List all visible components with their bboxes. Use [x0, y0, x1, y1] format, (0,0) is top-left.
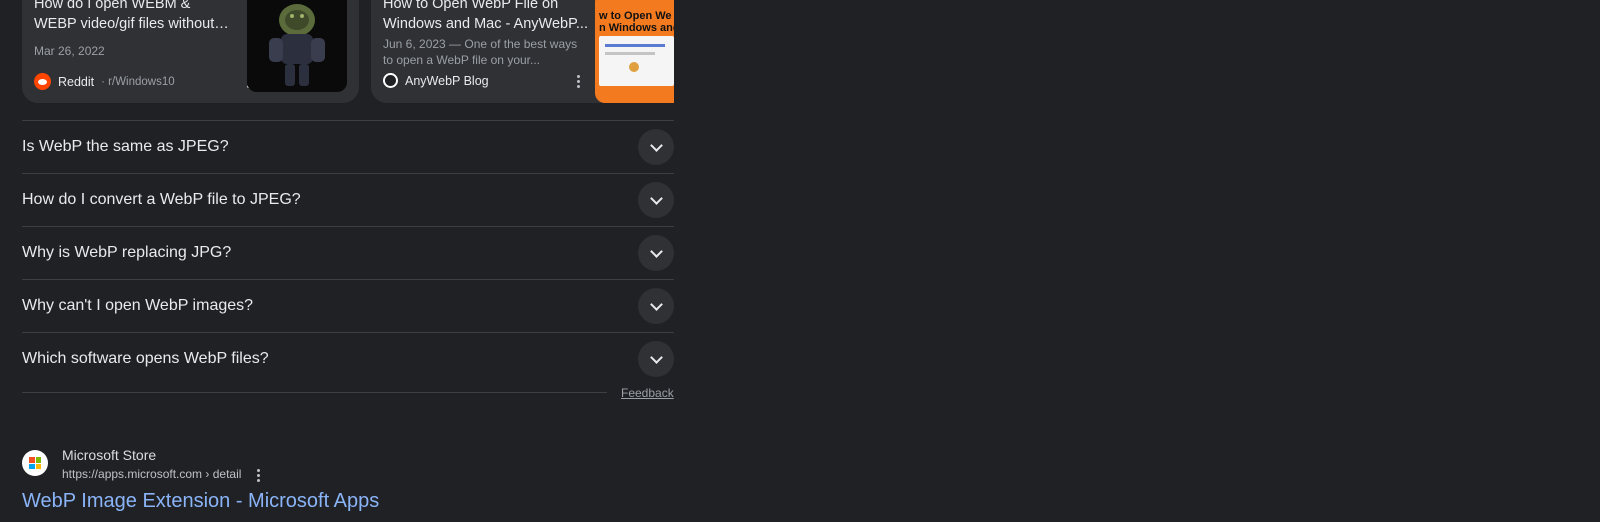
- faq-item[interactable]: Which software opens WebP files?: [22, 333, 674, 385]
- chevron-down-icon: [649, 138, 663, 152]
- source-name: Reddit: [58, 74, 95, 89]
- source-subreddit: · r/Windows10: [101, 75, 175, 88]
- people-also-ask: Is WebP the same as JPEG? How do I conve…: [22, 120, 674, 385]
- result-site-name[interactable]: Microsoft Store: [62, 447, 156, 463]
- microsoft-store-icon[interactable]: [22, 450, 48, 476]
- faq-question: How do I convert a WebP file to JPEG?: [22, 191, 301, 208]
- card-thumbnail: [247, 0, 347, 92]
- chevron-down-icon: [649, 244, 663, 258]
- faq-question: Why can't I open WebP images?: [22, 297, 254, 314]
- thumbnail-text: w to Open We n Windows and: [599, 10, 674, 34]
- source-name: AnyWebP Blog: [405, 73, 489, 88]
- result-card-anywebp[interactable]: How to Open WebP File on Windows and Mac…: [371, 0, 674, 103]
- faq-question: Is WebP the same as JPEG?: [22, 138, 229, 155]
- chevron-down-icon: [649, 191, 663, 205]
- card-thumbnail: w to Open We n Windows and: [595, 0, 674, 103]
- result-url[interactable]: https://apps.microsoft.com › detail: [62, 467, 241, 481]
- card-title[interactable]: How do I open WEBM & WEBP video/gif file…: [34, 0, 234, 34]
- more-options-icon[interactable]: [570, 73, 586, 89]
- expand-button[interactable]: [638, 341, 674, 377]
- chevron-down-icon: [649, 297, 663, 311]
- card-source: AnyWebP Blog: [383, 73, 489, 88]
- anywebp-icon: [383, 73, 398, 88]
- card-source: Reddit · r/Windows10: [34, 73, 175, 90]
- result-title-link[interactable]: WebP Image Extension - Microsoft Apps: [22, 490, 379, 513]
- faq-item[interactable]: How do I convert a WebP file to JPEG?: [22, 174, 674, 227]
- divider: [22, 392, 607, 393]
- expand-button[interactable]: [638, 288, 674, 324]
- faq-item[interactable]: Why is WebP replacing JPG?: [22, 227, 674, 280]
- more-options-icon[interactable]: [250, 467, 266, 483]
- thumbnail-screen: [599, 36, 674, 86]
- faq-item[interactable]: Is WebP the same as JPEG?: [22, 121, 674, 174]
- faq-item[interactable]: Why can't I open WebP images?: [22, 280, 674, 333]
- card-title[interactable]: How to Open WebP File on Windows and Mac…: [383, 0, 588, 34]
- faq-question: Why is WebP replacing JPG?: [22, 244, 232, 261]
- result-card-reddit[interactable]: How do I open WEBM & WEBP video/gif file…: [22, 0, 359, 103]
- feedback-link[interactable]: Feedback: [621, 386, 674, 400]
- chevron-down-icon: [649, 350, 663, 364]
- reddit-icon: [34, 73, 51, 90]
- expand-button[interactable]: [638, 182, 674, 218]
- faq-question: Which software opens WebP files?: [22, 350, 269, 367]
- expand-button[interactable]: [638, 235, 674, 271]
- card-snippet: Jun 6, 2023 — One of the best ways to op…: [383, 37, 578, 67]
- card-date: Mar 26, 2022: [34, 44, 105, 58]
- expand-button[interactable]: [638, 129, 674, 165]
